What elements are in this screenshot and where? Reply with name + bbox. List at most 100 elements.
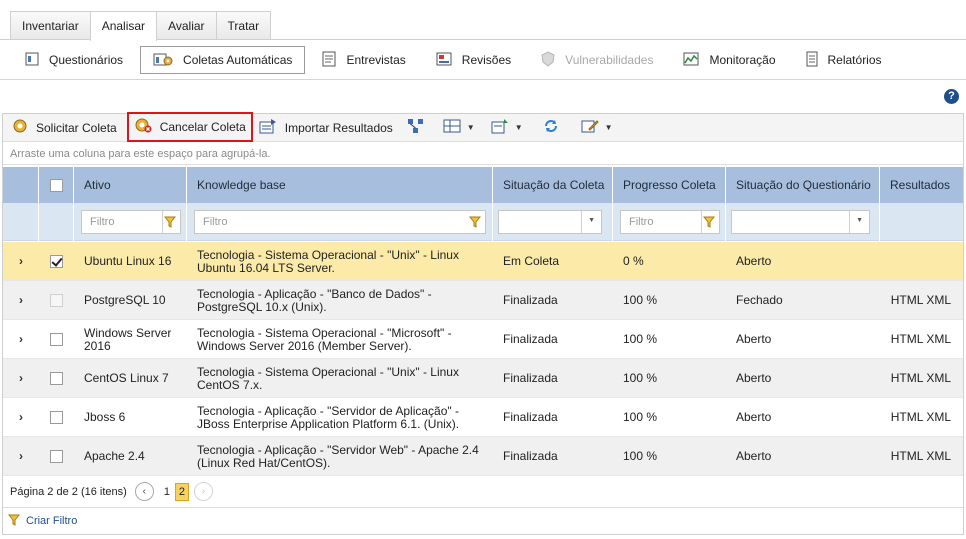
- tab-tratar[interactable]: Tratar: [215, 11, 272, 39]
- table-row[interactable]: › PostgreSQL 10 Tecnologia - Aplicação -…: [3, 281, 963, 320]
- next-page-button[interactable]: ›: [193, 482, 213, 501]
- cell-resultados[interactable]: HTML XML: [880, 359, 963, 398]
- filter-funnel-icon[interactable]: [468, 216, 482, 231]
- cell-ativo: CentOS Linux 7: [84, 371, 169, 385]
- columns-button[interactable]: ▼: [439, 116, 485, 140]
- vulnerability-icon: [541, 50, 555, 70]
- subnav-entrevistas[interactable]: Entrevistas: [309, 46, 418, 74]
- filter-cell-kb: Filtro: [187, 203, 493, 241]
- filter-separator: [162, 211, 163, 233]
- tab-analisar[interactable]: Analisar: [89, 11, 158, 41]
- cell-progresso: 100 %: [623, 293, 658, 307]
- edit-button[interactable]: ▼: [577, 116, 623, 140]
- filter-cell-situacao: ▼: [493, 203, 613, 241]
- pager: Página 2 de 2 (16 itens) ‹ 1 2 ›: [3, 476, 963, 508]
- cell-resultados[interactable]: HTML XML: [880, 320, 963, 359]
- current-page: 2: [174, 482, 189, 501]
- subnav-coletas-automaticas[interactable]: Coletas Automáticas: [140, 46, 306, 74]
- select-all-checkbox[interactable]: [50, 178, 63, 192]
- main-tabs: Inventariar Analisar Avaliar Tratar: [10, 11, 272, 41]
- chevron-down-icon[interactable]: ▼: [467, 123, 475, 132]
- cell-resultados[interactable]: HTML XML: [880, 398, 963, 437]
- create-filter-link[interactable]: Criar Filtro: [26, 515, 77, 527]
- group-by-hint[interactable]: Arraste uma coluna para este espaço para…: [3, 143, 963, 165]
- cell-situacao-coleta: Finalizada: [503, 449, 558, 463]
- filter-select-situacao[interactable]: ▼: [498, 210, 602, 234]
- cell-ativo: Jboss 6: [84, 410, 126, 424]
- subnav-questionarios[interactable]: Questionários: [12, 46, 136, 74]
- column-header-ativo[interactable]: Ativo: [74, 167, 187, 203]
- cell-resultados[interactable]: [880, 242, 963, 281]
- cancel-collection-button[interactable]: Cancelar Coleta: [126, 111, 253, 142]
- refresh-button[interactable]: [539, 116, 563, 140]
- filter-cell-questionario: ▼: [726, 203, 880, 241]
- cell-knowledge-base: Tecnologia - Aplicação - "Banco de Dados…: [197, 286, 432, 314]
- grid-footer: Criar Filtro: [3, 509, 963, 533]
- filter-separator: [701, 211, 702, 233]
- filter-funnel-icon[interactable]: [163, 216, 177, 231]
- refresh-icon: [543, 118, 559, 137]
- page-1-link[interactable]: 1: [164, 486, 170, 498]
- column-header-situacao-coleta[interactable]: Situação da Coleta: [493, 167, 613, 203]
- cell-progresso: 100 %: [623, 410, 658, 424]
- filter-select-questionario[interactable]: ▼: [731, 210, 870, 234]
- row-checkbox[interactable]: [50, 450, 63, 463]
- table-row[interactable]: › CentOS Linux 7 Tecnologia - Sistema Op…: [3, 359, 963, 398]
- row-checkbox[interactable]: [50, 372, 63, 385]
- expand-row-icon[interactable]: ›: [3, 281, 39, 320]
- subnav-label: Relatórios: [827, 53, 882, 67]
- expand-row-icon[interactable]: ›: [3, 437, 39, 476]
- filter-empty: [3, 203, 39, 241]
- import-results-button[interactable]: Importar Resultados: [255, 116, 397, 140]
- export-button[interactable]: ▼: [487, 116, 533, 140]
- expand-row-icon[interactable]: ›: [3, 320, 39, 359]
- expand-row-icon[interactable]: ›: [3, 398, 39, 437]
- expand-row-icon[interactable]: ›: [3, 359, 39, 398]
- cell-knowledge-base: Tecnologia - Aplicação - "Servidor Web" …: [197, 442, 479, 470]
- subnav-revisoes[interactable]: Revisões: [423, 46, 524, 74]
- column-header-knowledge-base[interactable]: Knowledge base: [187, 167, 493, 203]
- review-icon: [436, 52, 452, 69]
- cell-knowledge-base: Tecnologia - Sistema Operacional - "Micr…: [197, 325, 452, 353]
- subnav-relatorios[interactable]: Relatórios: [793, 46, 895, 74]
- cell-progresso: 100 %: [623, 332, 658, 346]
- tab-avaliar[interactable]: Avaliar: [156, 11, 217, 39]
- subnav-vulnerabilidades[interactable]: Vulnerabilidades: [528, 46, 666, 74]
- cell-resultados[interactable]: HTML XML: [880, 437, 963, 476]
- cancel-collection-label: Cancelar Coleta: [159, 119, 246, 134]
- expand-row-icon[interactable]: ›: [3, 242, 39, 281]
- filter-input-progresso[interactable]: Filtro: [620, 210, 720, 234]
- filter-funnel-icon[interactable]: [702, 216, 716, 231]
- row-checkbox[interactable]: [50, 294, 63, 307]
- table-row[interactable]: › Apache 2.4 Tecnologia - Aplicação - "S…: [3, 437, 963, 476]
- column-header-resultados[interactable]: Resultados: [880, 167, 963, 203]
- column-header-progresso[interactable]: Progresso Coleta: [613, 167, 726, 203]
- import-icon: [259, 118, 277, 137]
- cell-progresso: 100 %: [623, 371, 658, 385]
- cell-situacao-questionario: Aberto: [736, 449, 772, 463]
- tab-inventariar[interactable]: Inventariar: [10, 11, 91, 39]
- hierarchy-button[interactable]: [403, 116, 429, 140]
- monitoring-chart-icon: [683, 52, 699, 69]
- row-select: [39, 398, 74, 437]
- chevron-down-icon[interactable]: ▼: [605, 123, 613, 132]
- cell-situacao-coleta: Finalizada: [503, 410, 558, 424]
- chevron-down-icon[interactable]: ▼: [588, 217, 595, 224]
- table-row[interactable]: › Ubuntu Linux 16 Tecnologia - Sistema O…: [3, 242, 963, 281]
- filter-input-ativo[interactable]: Filtro: [81, 210, 181, 234]
- row-checkbox[interactable]: [50, 333, 63, 346]
- filter-cell-ativo: Filtro: [74, 203, 187, 241]
- cell-resultados[interactable]: HTML XML: [880, 281, 963, 320]
- column-header-situacao-questionario[interactable]: Situação do Questionário: [726, 167, 880, 203]
- table-row[interactable]: › Jboss 6 Tecnologia - Aplicação - "Serv…: [3, 398, 963, 437]
- chevron-down-icon[interactable]: ▼: [856, 217, 863, 224]
- filter-input-kb[interactable]: Filtro: [194, 210, 486, 234]
- table-row[interactable]: › Windows Server 2016 Tecnologia - Siste…: [3, 320, 963, 359]
- subnav-monitoracao[interactable]: Monitoração: [670, 46, 788, 74]
- chevron-down-icon[interactable]: ▼: [515, 123, 523, 132]
- request-collection-button[interactable]: Solicitar Coleta: [8, 116, 121, 140]
- help-icon[interactable]: ?: [944, 89, 959, 104]
- prev-page-button[interactable]: ‹: [134, 482, 154, 501]
- row-checkbox[interactable]: [50, 411, 63, 424]
- row-checkbox[interactable]: [50, 255, 63, 268]
